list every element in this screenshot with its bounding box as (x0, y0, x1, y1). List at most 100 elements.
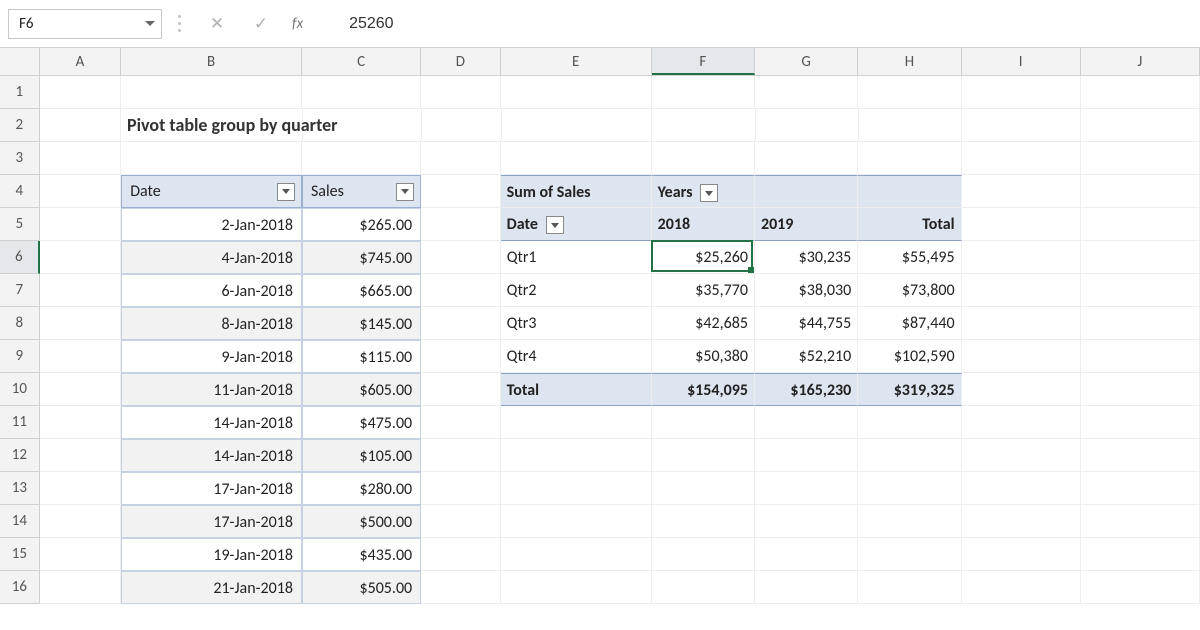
cell[interactable] (40, 439, 121, 472)
table-cell[interactable]: $605.00 (302, 373, 421, 406)
cell[interactable] (421, 76, 501, 109)
cell[interactable] (302, 142, 421, 175)
cell[interactable] (858, 142, 961, 175)
cell[interactable] (40, 505, 121, 538)
cell[interactable] (421, 472, 501, 505)
cell[interactable] (755, 439, 858, 472)
cell[interactable] (962, 373, 1081, 406)
cell[interactable] (1081, 109, 1200, 142)
spreadsheet-grid[interactable]: A B C D E F G H I J 1 2 Pivot table grou… (0, 48, 1200, 604)
formula-input[interactable] (321, 9, 1192, 39)
pivot-col-header[interactable]: 2018 (652, 208, 755, 241)
cell[interactable] (502, 109, 653, 142)
pivot-value-cell[interactable]: $35,770 (652, 274, 755, 307)
cell[interactable] (40, 340, 121, 373)
cell[interactable] (652, 538, 755, 571)
table-cell[interactable]: $435.00 (302, 538, 421, 571)
table-header-date[interactable]: Date (121, 175, 302, 208)
pivot-row-label[interactable]: Date (501, 208, 652, 241)
cell[interactable] (421, 571, 501, 604)
table-cell[interactable]: 19-Jan-2018 (121, 538, 302, 571)
cell[interactable] (421, 307, 501, 340)
cell[interactable] (40, 538, 121, 571)
cell[interactable] (501, 505, 652, 538)
cell[interactable] (962, 340, 1081, 373)
cancel-button[interactable]: ✕ (200, 9, 234, 39)
cell[interactable] (40, 274, 121, 307)
table-cell[interactable]: $265.00 (302, 208, 421, 241)
col-header-g[interactable]: G (755, 48, 858, 75)
cell[interactable] (652, 142, 755, 175)
row-header-12[interactable]: 12 (0, 439, 40, 472)
cell[interactable] (1081, 373, 1200, 406)
row-header-10[interactable]: 10 (0, 373, 40, 406)
pivot-row-label[interactable]: Qtr2 (501, 274, 652, 307)
cell[interactable] (1081, 505, 1200, 538)
pivot-value-cell[interactable]: $73,800 (858, 274, 961, 307)
cell[interactable] (421, 340, 501, 373)
cell[interactable] (755, 175, 858, 208)
pivot-value-cell[interactable]: $38,030 (755, 274, 858, 307)
cell[interactable] (962, 241, 1081, 274)
pivot-measure-label[interactable]: Sum of Sales (501, 175, 652, 208)
cell[interactable] (962, 406, 1081, 439)
cell[interactable] (421, 373, 501, 406)
cell[interactable] (755, 406, 858, 439)
cell[interactable] (501, 472, 652, 505)
cell[interactable] (962, 208, 1081, 241)
col-header-f[interactable]: F (652, 48, 755, 75)
pivot-value-cell[interactable]: $50,380 (652, 340, 755, 373)
cell[interactable] (121, 142, 302, 175)
row-header-9[interactable]: 9 (0, 340, 40, 373)
table-cell[interactable]: 17-Jan-2018 (121, 472, 302, 505)
cell[interactable] (1081, 571, 1200, 604)
select-all-corner[interactable] (0, 48, 40, 75)
cell[interactable] (421, 505, 501, 538)
row-header-13[interactable]: 13 (0, 472, 40, 505)
cell[interactable] (755, 538, 858, 571)
cell[interactable] (962, 571, 1081, 604)
table-cell[interactable]: 21-Jan-2018 (121, 571, 302, 604)
cell[interactable] (421, 274, 501, 307)
cell[interactable] (1081, 439, 1200, 472)
cell[interactable] (421, 538, 501, 571)
cell[interactable] (858, 505, 961, 538)
pivot-value-cell[interactable]: $30,235 (755, 241, 858, 274)
pivot-value-cell[interactable]: $42,685 (652, 307, 755, 340)
cell[interactable] (501, 571, 652, 604)
cell[interactable] (1081, 76, 1200, 109)
pivot-row-label[interactable]: Qtr1 (501, 241, 652, 274)
col-header-c[interactable]: C (302, 48, 421, 75)
cell[interactable] (962, 109, 1081, 142)
table-cell[interactable]: $745.00 (302, 241, 421, 274)
accept-button[interactable]: ✓ (244, 9, 278, 39)
cell[interactable] (755, 505, 858, 538)
cell[interactable] (501, 406, 652, 439)
cell[interactable] (40, 406, 121, 439)
cell[interactable] (40, 241, 121, 274)
col-header-d[interactable]: D (421, 48, 500, 75)
pivot-value-cell[interactable]: $52,210 (755, 340, 858, 373)
pivot-total-label[interactable]: Total (501, 373, 652, 406)
table-cell[interactable]: 11-Jan-2018 (121, 373, 302, 406)
cell[interactable] (1081, 241, 1200, 274)
cell[interactable] (421, 208, 501, 241)
cell[interactable] (858, 175, 961, 208)
col-header-e[interactable]: E (501, 48, 652, 75)
cell[interactable] (962, 76, 1081, 109)
pivot-value-cell[interactable]: $87,440 (858, 307, 961, 340)
cell[interactable] (962, 307, 1081, 340)
cell[interactable] (1081, 538, 1200, 571)
col-header-i[interactable]: I (962, 48, 1081, 75)
cell[interactable] (40, 373, 121, 406)
cell[interactable] (652, 406, 755, 439)
cell[interactable] (1081, 274, 1200, 307)
table-cell[interactable]: $665.00 (302, 274, 421, 307)
cell[interactable] (962, 142, 1081, 175)
cell[interactable] (652, 439, 755, 472)
cell[interactable] (40, 208, 121, 241)
cell[interactable] (858, 406, 961, 439)
row-header-1[interactable]: 1 (0, 76, 40, 109)
row-header-5[interactable]: 5 (0, 208, 40, 241)
cell[interactable] (858, 439, 961, 472)
